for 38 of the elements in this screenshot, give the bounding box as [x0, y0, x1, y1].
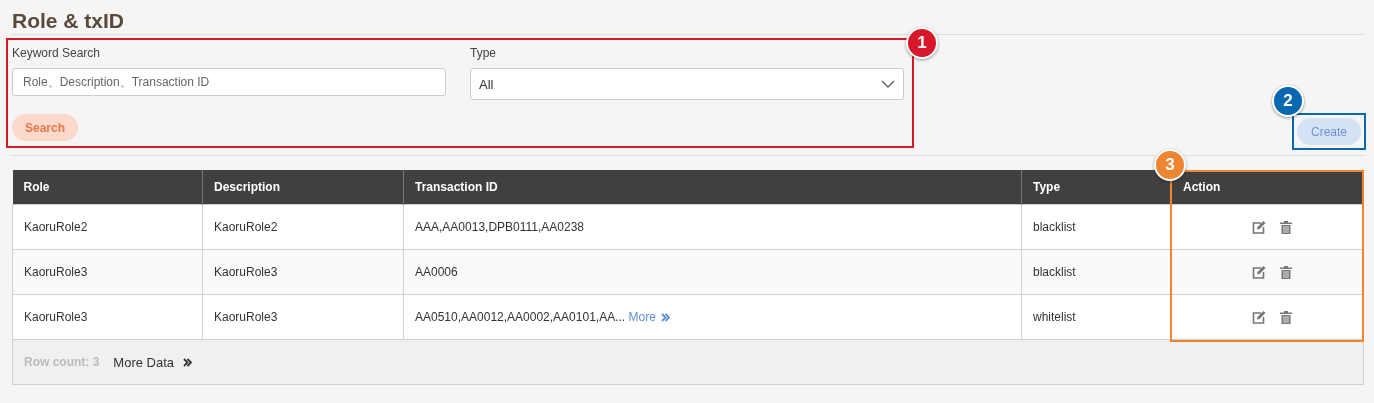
search-button[interactable]: Search: [12, 114, 79, 141]
chevron-down-icon: [881, 80, 895, 88]
create-button[interactable]: Create: [1297, 118, 1361, 145]
edit-icon[interactable]: [1251, 220, 1266, 234]
table-cell: KaoruRole2: [202, 204, 404, 250]
field-label: Keyword Search: [12, 46, 101, 60]
table-cell: KaoruRole3: [202, 294, 404, 340]
table-cell-text: AA0006: [415, 265, 458, 279]
table-cell: KaoruRole2: [12, 204, 203, 250]
delete-icon[interactable]: [1279, 265, 1292, 279]
table-cell: blacklist: [1021, 204, 1172, 250]
table-cell-text: AA0510,AA0012,AA0002,AA0101,AA...: [415, 310, 626, 324]
callout-badge: 1: [906, 27, 938, 59]
edit-icon[interactable]: [1251, 265, 1266, 279]
table-cell-text: AAA,AA0013,DPB0111,AA0238: [415, 220, 584, 234]
table-cell: KaoruRole3: [12, 249, 203, 295]
column-header: Action: [1171, 170, 1364, 205]
callout-badge: 3: [1154, 149, 1186, 181]
table-cell: blacklist: [1021, 249, 1172, 295]
callout-badge: 2: [1272, 85, 1304, 117]
column-header: Type: [1021, 170, 1172, 205]
double-chevron-icon: [183, 357, 193, 367]
type-dropdown[interactable]: All: [470, 68, 904, 100]
column-header: Transaction ID: [403, 170, 1022, 205]
more-data-link[interactable]: More Data: [113, 354, 193, 370]
delete-icon[interactable]: [1279, 220, 1292, 234]
page-title: Role & txID: [11, 8, 125, 34]
edit-icon[interactable]: [1251, 310, 1266, 324]
table-cell: whitelist: [1021, 294, 1172, 340]
delete-icon[interactable]: [1279, 310, 1292, 324]
more-link[interactable]: More: [628, 310, 670, 324]
column-header: Role: [12, 170, 203, 205]
keyword-search-field[interactable]: Role、Description、Transaction ID: [12, 68, 446, 96]
table-cell: KaoruRole3: [202, 249, 404, 295]
double-chevron-icon: [660, 312, 670, 322]
table-cell: KaoruRole3: [12, 294, 203, 340]
field-label: Type: [470, 46, 496, 60]
column-header: Description: [202, 170, 404, 205]
